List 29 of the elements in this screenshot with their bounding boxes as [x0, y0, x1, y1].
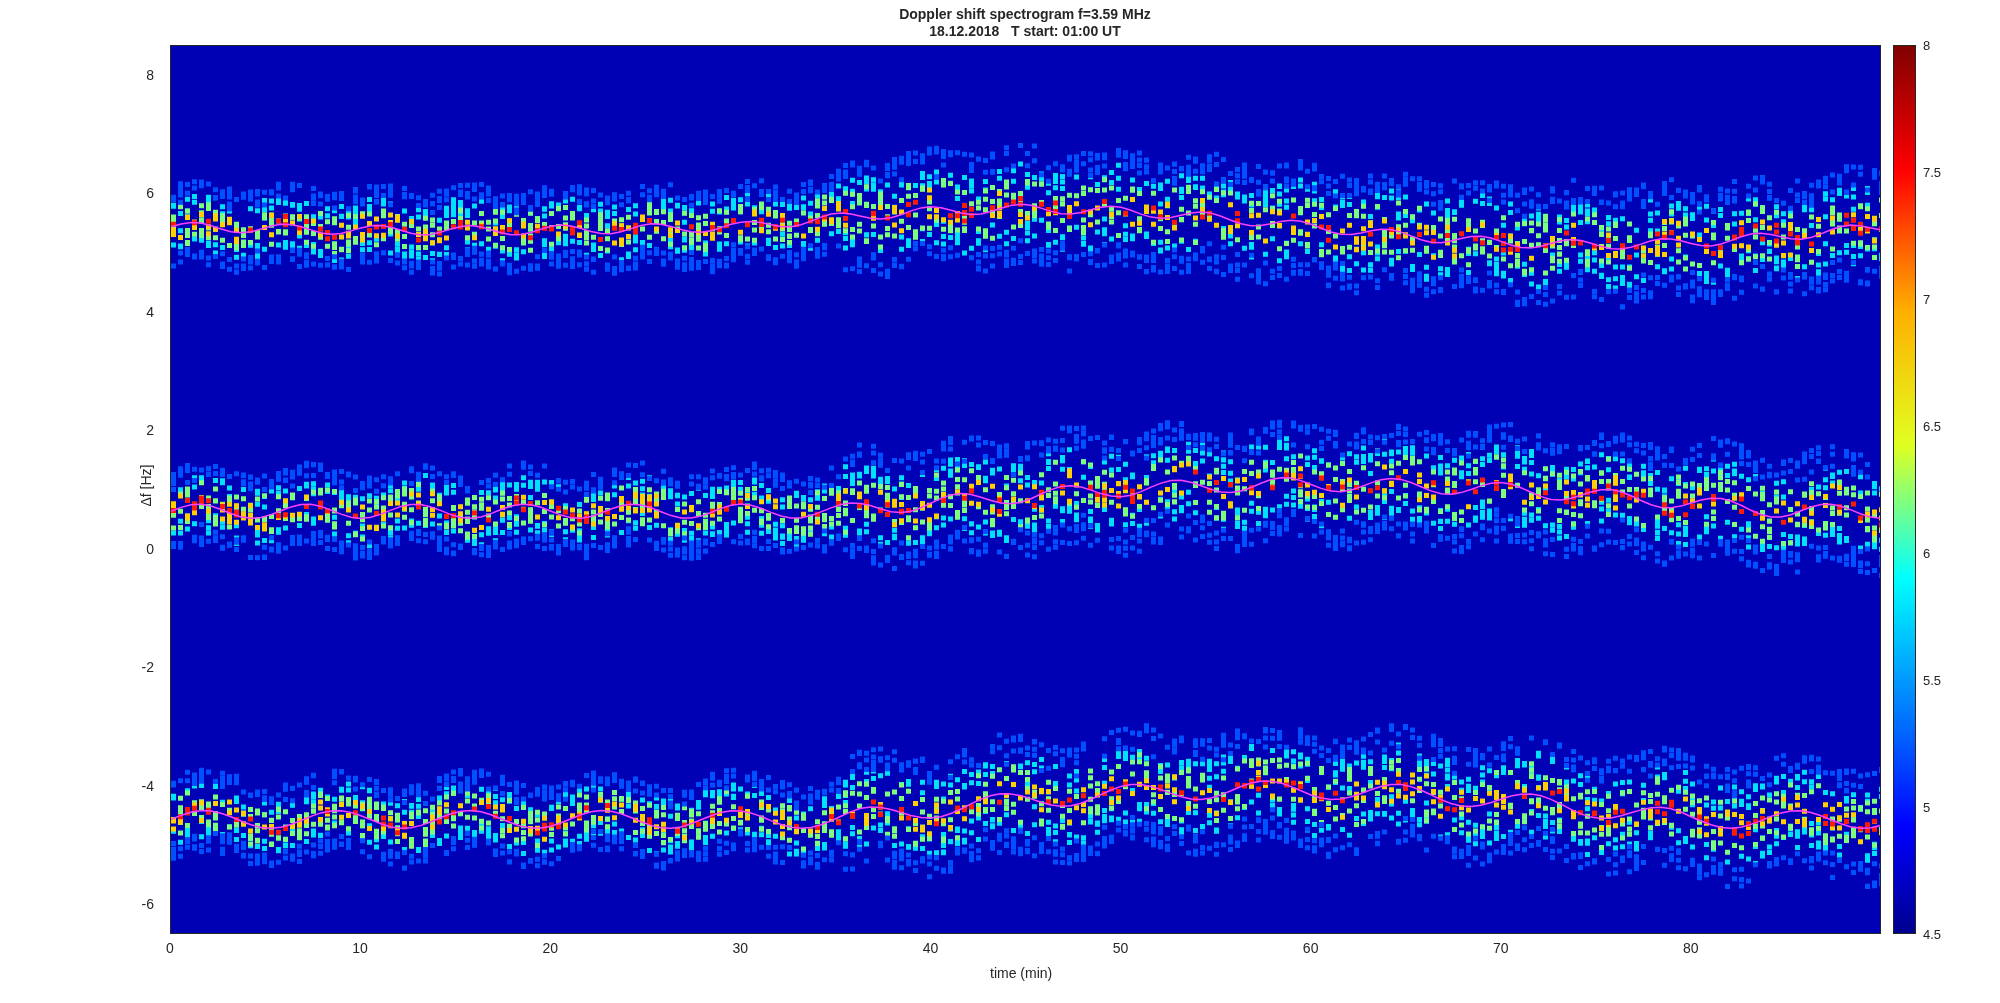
colorbar-tick-label: 7.5: [1923, 165, 1942, 180]
y-tick-label: -6: [141, 896, 154, 913]
y-tick-label: -4: [141, 777, 154, 794]
y-tick-label: 0: [146, 540, 154, 557]
colorbar-tick-label: 7: [1923, 292, 1931, 307]
x-tick-label: 60: [1301, 940, 1320, 956]
y-tick-label: 8: [146, 66, 154, 83]
y-tick-label: 2: [146, 422, 154, 439]
x-tick-label: 20: [541, 940, 559, 956]
y-tick-label: 4: [146, 303, 154, 320]
x-tick-label: 70: [1491, 940, 1510, 956]
chart-subtitle: 18.12.2018 T start: 01:00 UT: [929, 22, 1121, 40]
x-tick-label: 40: [921, 940, 940, 956]
x-tick-label: 10: [351, 940, 369, 956]
colorbar-tick-label: 4.5: [1923, 927, 1942, 942]
y-axis-label: Δf [Hz]: [136, 464, 155, 507]
colorbar-tick-label: 6.5: [1923, 419, 1942, 434]
colorbar-tick-label: 8: [1923, 38, 1931, 53]
y-tick-label: 6: [146, 185, 154, 202]
chart-title: Doppler shift spectrogram f=3.59 MHz: [899, 5, 1151, 23]
colorbar-tick-label: 5: [1923, 800, 1931, 815]
x-tick-label: 80: [1682, 940, 1700, 956]
colorbar-tick-label: 6: [1923, 546, 1931, 561]
x-tick-label: 50: [1111, 940, 1130, 956]
x-axis-label: time (min): [990, 964, 1053, 983]
x-tick-label: 0: [165, 940, 175, 956]
y-tick-label: -2: [141, 659, 154, 676]
x-tick-label: 30: [731, 940, 750, 956]
colorbar-tick-label: 5.5: [1923, 673, 1942, 688]
